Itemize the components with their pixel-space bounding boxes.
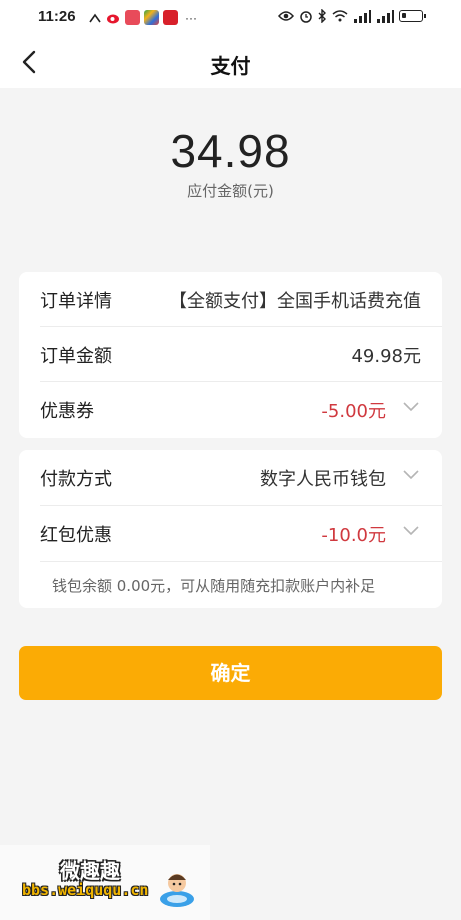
payment-amount: 34.98 [170,125,291,177]
system-icons [278,9,426,23]
signal-icon [354,9,371,23]
chevron-down-icon[interactable] [402,468,420,482]
coupon-row[interactable]: 优惠券 -5.00元 [19,382,442,436]
order-amount-label: 订单金额 [40,346,112,367]
nav-bar: 支付 [0,36,461,88]
red-packet-label: 红包优惠 [40,525,112,546]
coupon-value: -5.00元 [321,401,386,422]
payment-method-label: 付款方式 [40,469,112,490]
status-time: 11:26 [38,8,76,25]
status-bar: 11:26 ··· [0,0,461,36]
bluetooth-icon [318,9,326,23]
payment-method-value: 数字人民币钱包 [260,469,386,490]
red-packet-value: -10.0元 [321,525,386,546]
app-icon [144,10,159,25]
divider [40,561,442,562]
order-detail-value: 【全额支付】全国手机话费充值 [169,291,421,312]
eye-icon [278,11,294,21]
watermark: 微趣趣 bbs.weiququ.cn [0,845,210,920]
signal-icon [377,9,394,23]
watermark-title: 微趣趣 [60,859,120,883]
order-detail-row: 订单详情 【全额支付】全国手机话费充值 [19,272,442,326]
confirm-button[interactable]: 确定 [19,646,442,700]
order-amount-row: 订单金额 49.98元 [19,327,442,381]
wallet-balance-note: 钱包余额 0.00元，可从随用随充扣款账户内补足 [52,577,376,595]
battery-icon [399,10,426,22]
red-packet-row[interactable]: 红包优惠 -10.0元 [19,506,442,560]
more-icon: ··· [185,10,197,25]
chevron-down-icon[interactable] [402,400,420,414]
weibo-icon [107,14,119,24]
chevron-down-icon[interactable] [402,524,420,538]
order-detail-label: 订单详情 [40,291,112,312]
alarm-icon [300,11,312,23]
notification-icons: ··· [88,10,197,25]
weather-icon [89,13,101,22]
payment-amount-label: 应付金额(元) [187,182,274,200]
wifi-icon [332,10,348,22]
order-card: 订单详情 【全额支付】全国手机话费充值 订单金额 49.98元 优惠券 -5.0… [19,272,442,438]
app-icon [125,10,140,25]
payment-method-row[interactable]: 付款方式 数字人民币钱包 [19,450,442,504]
coupon-label: 优惠券 [40,401,94,422]
order-amount-value: 49.98元 [351,346,421,367]
app-icon [163,10,178,25]
payment-method-card: 付款方式 数字人民币钱包 红包优惠 -10.0元 钱包余额 0.00元，可从随用… [19,450,442,608]
watermark-url: bbs.weiququ.cn [22,881,149,899]
page-title: 支付 [210,54,251,78]
mascot-icon [160,874,194,907]
